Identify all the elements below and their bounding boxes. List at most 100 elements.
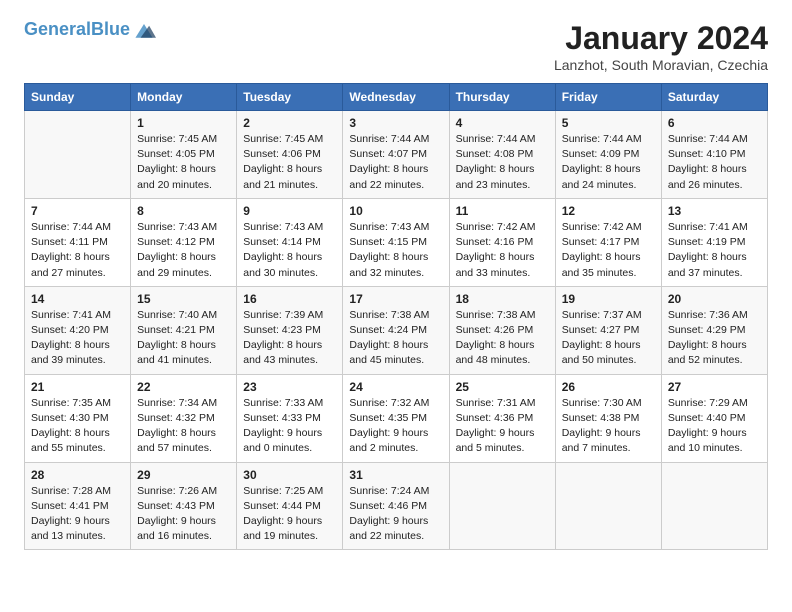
- calendar-cell: 25 Sunrise: 7:31 AMSunset: 4:36 PMDayligh…: [449, 374, 555, 462]
- week-row-0: 1Sunrise: 7:45 AMSunset: 4:05 PMDaylight…: [25, 111, 768, 199]
- calendar-cell: 31Sunrise: 7:24 AMSunset: 4:46 PMDayligh…: [343, 462, 449, 550]
- day-number: 13: [668, 204, 761, 218]
- day-info: Sunrise: 7:38 AMSunset: 4:26 PMDaylight:…: [456, 308, 549, 369]
- calendar-cell: 22 Sunrise: 7:34 AMSunset: 4:32 PMDayligh…: [131, 374, 237, 462]
- calendar-cell: 30 Sunrise: 7:25 AMSunset: 4:44 PMDayligh…: [237, 462, 343, 550]
- header-cell-wednesday: Wednesday: [343, 84, 449, 111]
- calendar-cell: 26Sunrise: 7:30 AMSunset: 4:38 PMDayligh…: [555, 374, 661, 462]
- day-number: 10: [349, 204, 442, 218]
- day-number: 2: [243, 116, 336, 130]
- header-cell-friday: Friday: [555, 84, 661, 111]
- calendar-cell: 4 Sunrise: 7:44 AMSunset: 4:08 PMDaylight…: [449, 111, 555, 199]
- day-number: 11: [456, 204, 549, 218]
- day-number: 12: [562, 204, 655, 218]
- day-info: Sunrise: 7:28 AMSunset: 4:41 PMDaylight:…: [31, 484, 124, 545]
- logo-general: General: [24, 19, 91, 39]
- week-row-1: 7Sunrise: 7:44 AMSunset: 4:11 PMDaylight…: [25, 198, 768, 286]
- day-info: Sunrise: 7:26 AMSunset: 4:43 PMDaylight:…: [137, 484, 230, 545]
- day-info: Sunrise: 7:43 AMSunset: 4:15 PMDaylight:…: [349, 220, 442, 281]
- week-row-4: 28 Sunrise: 7:28 AMSunset: 4:41 PMDayligh…: [25, 462, 768, 550]
- calendar-cell: 10 Sunrise: 7:43 AMSunset: 4:15 PMDayligh…: [343, 198, 449, 286]
- calendar-cell: 5Sunrise: 7:44 AMSunset: 4:09 PMDaylight…: [555, 111, 661, 199]
- day-info: Sunrise: 7:44 AMSunset: 4:10 PMDaylight:…: [668, 132, 761, 193]
- day-number: 18: [456, 292, 549, 306]
- day-info: Sunrise: 7:42 AMSunset: 4:16 PMDaylight:…: [456, 220, 549, 281]
- week-row-2: 14 Sunrise: 7:41 AMSunset: 4:20 PMDayligh…: [25, 286, 768, 374]
- calendar-table: SundayMondayTuesdayWednesdayThursdayFrid…: [24, 83, 768, 550]
- day-number: 24: [349, 380, 442, 394]
- day-number: 21: [31, 380, 124, 394]
- day-info: Sunrise: 7:34 AMSunset: 4:32 PMDaylight:…: [137, 396, 230, 457]
- day-number: 16: [243, 292, 336, 306]
- logo-icon: [132, 20, 156, 40]
- day-info: Sunrise: 7:44 AMSunset: 4:08 PMDaylight:…: [456, 132, 549, 193]
- day-info: Sunrise: 7:37 AMSunset: 4:27 PMDaylight:…: [562, 308, 655, 369]
- header-cell-sunday: Sunday: [25, 84, 131, 111]
- day-number: 23: [243, 380, 336, 394]
- day-number: 29: [137, 468, 230, 482]
- day-number: 28: [31, 468, 124, 482]
- day-number: 17: [349, 292, 442, 306]
- calendar-cell: 28 Sunrise: 7:28 AMSunset: 4:41 PMDayligh…: [25, 462, 131, 550]
- day-info: Sunrise: 7:43 AMSunset: 4:12 PMDaylight:…: [137, 220, 230, 281]
- day-number: 30: [243, 468, 336, 482]
- calendar-cell: 1Sunrise: 7:45 AMSunset: 4:05 PMDaylight…: [131, 111, 237, 199]
- calendar-cell: 13Sunrise: 7:41 AMSunset: 4:19 PMDayligh…: [661, 198, 767, 286]
- logo: GeneralBlue: [24, 20, 156, 40]
- calendar-cell: 3 Sunrise: 7:44 AMSunset: 4:07 PMDaylight…: [343, 111, 449, 199]
- day-number: 31: [349, 468, 442, 482]
- day-number: 25: [456, 380, 549, 394]
- calendar-cell: 27Sunrise: 7:29 AMSunset: 4:40 PMDayligh…: [661, 374, 767, 462]
- calendar-cell: 12 Sunrise: 7:42 AMSunset: 4:17 PMDayligh…: [555, 198, 661, 286]
- header-cell-saturday: Saturday: [661, 84, 767, 111]
- day-number: 8: [137, 204, 230, 218]
- day-info: Sunrise: 7:40 AMSunset: 4:21 PMDaylight:…: [137, 308, 230, 369]
- header-cell-tuesday: Tuesday: [237, 84, 343, 111]
- header-cell-thursday: Thursday: [449, 84, 555, 111]
- calendar-cell: 11 Sunrise: 7:42 AMSunset: 4:16 PMDayligh…: [449, 198, 555, 286]
- calendar-cell: [25, 111, 131, 199]
- day-number: 5: [562, 116, 655, 130]
- calendar-cell: 17 Sunrise: 7:38 AMSunset: 4:24 PMDayligh…: [343, 286, 449, 374]
- day-info: Sunrise: 7:25 AMSunset: 4:44 PMDaylight:…: [243, 484, 336, 545]
- calendar-cell: 21 Sunrise: 7:35 AMSunset: 4:30 PMDayligh…: [25, 374, 131, 462]
- day-number: 22: [137, 380, 230, 394]
- main-title: January 2024: [554, 20, 768, 57]
- day-number: 7: [31, 204, 124, 218]
- calendar-body: 1Sunrise: 7:45 AMSunset: 4:05 PMDaylight…: [25, 111, 768, 550]
- day-number: 6: [668, 116, 761, 130]
- calendar-cell: 16Sunrise: 7:39 AMSunset: 4:23 PMDayligh…: [237, 286, 343, 374]
- day-info: Sunrise: 7:42 AMSunset: 4:17 PMDaylight:…: [562, 220, 655, 281]
- day-number: 14: [31, 292, 124, 306]
- header: GeneralBlue January 2024 Lanzhot, South …: [24, 20, 768, 73]
- day-number: 15: [137, 292, 230, 306]
- day-info: Sunrise: 7:38 AMSunset: 4:24 PMDaylight:…: [349, 308, 442, 369]
- day-number: 20: [668, 292, 761, 306]
- day-number: 9: [243, 204, 336, 218]
- day-info: Sunrise: 7:43 AMSunset: 4:14 PMDaylight:…: [243, 220, 336, 281]
- day-number: 3: [349, 116, 442, 130]
- day-info: Sunrise: 7:36 AMSunset: 4:29 PMDaylight:…: [668, 308, 761, 369]
- calendar-cell: 20 Sunrise: 7:36 AMSunset: 4:29 PMDayligh…: [661, 286, 767, 374]
- calendar-cell: [449, 462, 555, 550]
- title-block: January 2024 Lanzhot, South Moravian, Cz…: [554, 20, 768, 73]
- day-info: Sunrise: 7:29 AMSunset: 4:40 PMDaylight:…: [668, 396, 761, 457]
- day-info: Sunrise: 7:33 AMSunset: 4:33 PMDaylight:…: [243, 396, 336, 457]
- day-info: Sunrise: 7:41 AMSunset: 4:20 PMDaylight:…: [31, 308, 124, 369]
- day-info: Sunrise: 7:35 AMSunset: 4:30 PMDaylight:…: [31, 396, 124, 457]
- page: GeneralBlue January 2024 Lanzhot, South …: [0, 0, 792, 612]
- calendar-cell: 9 Sunrise: 7:43 AMSunset: 4:14 PMDaylight…: [237, 198, 343, 286]
- day-info: Sunrise: 7:44 AMSunset: 4:07 PMDaylight:…: [349, 132, 442, 193]
- logo-blue: Blue: [91, 19, 130, 39]
- day-info: Sunrise: 7:31 AMSunset: 4:36 PMDaylight:…: [456, 396, 549, 457]
- day-number: 26: [562, 380, 655, 394]
- calendar-cell: [661, 462, 767, 550]
- calendar-cell: 29 Sunrise: 7:26 AMSunset: 4:43 PMDayligh…: [131, 462, 237, 550]
- calendar-cell: 7Sunrise: 7:44 AMSunset: 4:11 PMDaylight…: [25, 198, 131, 286]
- calendar-cell: 14 Sunrise: 7:41 AMSunset: 4:20 PMDayligh…: [25, 286, 131, 374]
- day-info: Sunrise: 7:32 AMSunset: 4:35 PMDaylight:…: [349, 396, 442, 457]
- calendar-cell: 24 Sunrise: 7:32 AMSunset: 4:35 PMDayligh…: [343, 374, 449, 462]
- day-number: 19: [562, 292, 655, 306]
- day-number: 4: [456, 116, 549, 130]
- header-row: SundayMondayTuesdayWednesdayThursdayFrid…: [25, 84, 768, 111]
